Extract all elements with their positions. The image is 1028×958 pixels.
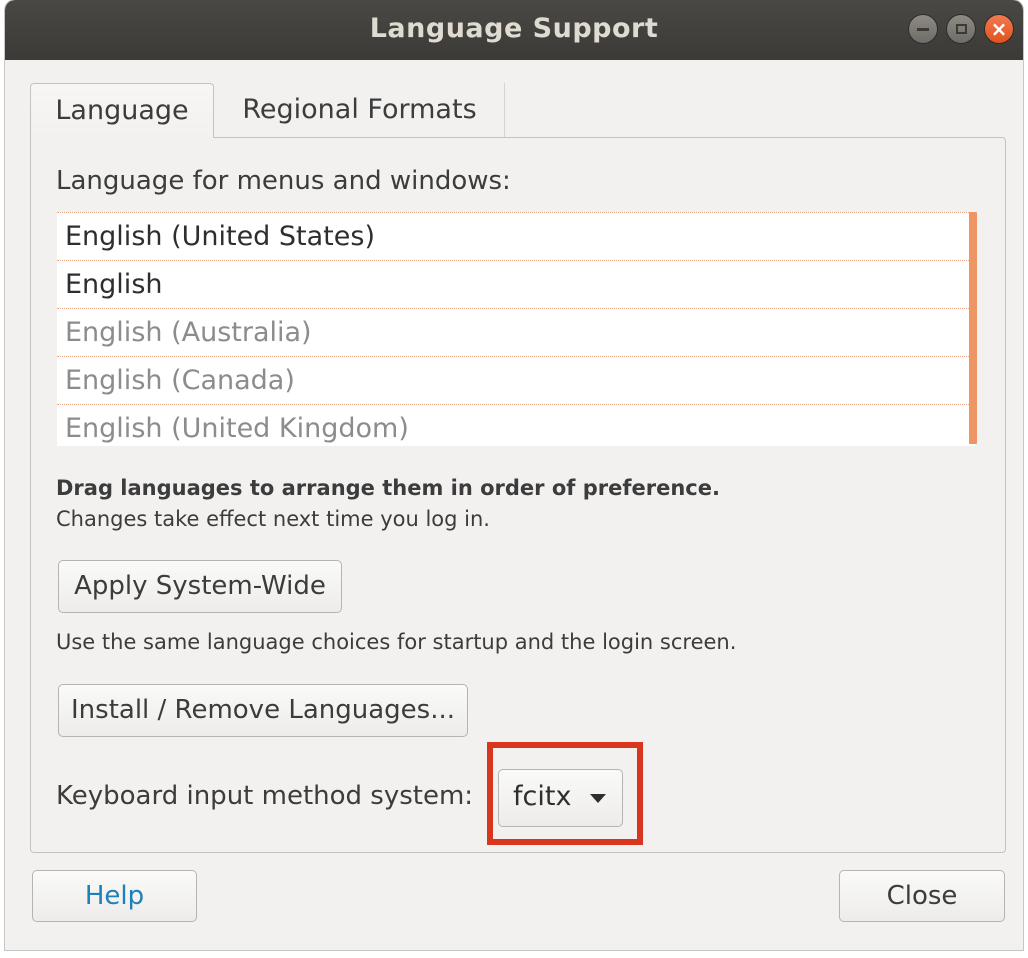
language-support-window: Language Support × Language Regional For… <box>5 0 1023 950</box>
help-button[interactable]: Help <box>32 870 197 922</box>
tab-regional-formats[interactable]: Regional Formats <box>215 83 505 137</box>
keyboard-input-method-label: Keyboard input method system: <box>56 781 474 811</box>
language-section-label: Language for menus and windows: <box>56 166 511 196</box>
minimize-button[interactable] <box>908 14 938 44</box>
minimize-icon <box>917 27 929 31</box>
list-item[interactable]: English (United States) <box>57 212 975 260</box>
window-title: Language Support <box>369 13 659 44</box>
list-item[interactable]: English (Australia) <box>57 308 975 356</box>
drag-hint: Drag languages to arrange them in order … <box>56 476 720 500</box>
maximize-icon <box>955 24 967 34</box>
install-remove-languages-button[interactable]: Install / Remove Languages... <box>58 684 468 737</box>
relogin-hint: Changes take effect next time you log in… <box>56 507 490 531</box>
window-close-button[interactable]: × <box>984 14 1014 44</box>
language-list-scrollbar[interactable] <box>969 212 977 444</box>
language-tab-panel: Language for menus and windows: English … <box>30 137 1006 853</box>
language-list[interactable]: English (United States) English English … <box>57 212 975 446</box>
list-item[interactable]: English (Canada) <box>57 356 975 404</box>
title-bar[interactable]: Language Support × <box>5 0 1023 60</box>
highlight-box <box>487 742 643 845</box>
apply-description: Use the same language choices for startu… <box>56 630 737 654</box>
apply-system-wide-button[interactable]: Apply System-Wide <box>58 560 342 613</box>
list-item[interactable]: English (United Kingdom) <box>57 404 975 446</box>
tab-language[interactable]: Language <box>30 83 214 138</box>
maximize-button[interactable] <box>946 14 976 44</box>
list-item[interactable]: English <box>57 260 975 308</box>
close-icon: × <box>990 16 1008 41</box>
close-button[interactable]: Close <box>839 870 1005 922</box>
